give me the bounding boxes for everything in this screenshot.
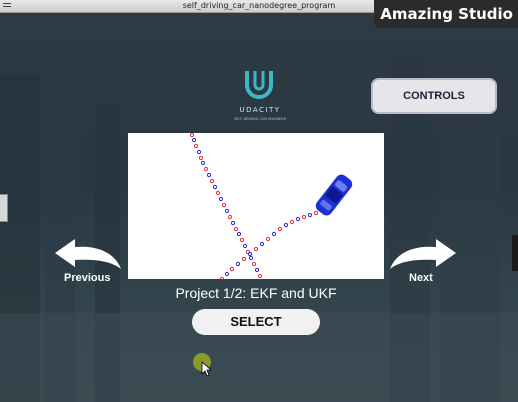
trajectory-plot xyxy=(189,132,353,282)
logo-wordmark: UDACITY xyxy=(239,106,281,114)
next-label[interactable]: Next xyxy=(409,272,433,284)
car-icon xyxy=(315,174,353,216)
menu-background: UDACITY SELF-DRIVING CAR ENGINEER CONTRO… xyxy=(0,13,518,402)
project-preview xyxy=(128,132,384,282)
logo-tagline: SELF-DRIVING CAR ENGINEER xyxy=(233,117,287,121)
udacity-logo-icon xyxy=(245,71,273,99)
select-button[interactable]: SELECT xyxy=(192,309,320,335)
previous-label[interactable]: Previous xyxy=(64,272,110,284)
next-arrow-icon[interactable] xyxy=(388,239,458,273)
project-title: Project 1/2: EKF and UKF xyxy=(175,285,337,301)
controls-button[interactable]: CONTROLS xyxy=(371,78,497,114)
right-edge-handle xyxy=(512,235,518,271)
mouse-cursor-icon xyxy=(193,353,213,377)
previous-arrow-icon[interactable] xyxy=(53,239,123,273)
trajectory-markers xyxy=(189,132,319,282)
studio-watermark: Amazing Studio xyxy=(374,0,518,28)
app-window: self_driving_car_nanodegree_program Amaz… xyxy=(0,0,518,402)
left-edge-handle[interactable] xyxy=(0,194,8,222)
udacity-logo xyxy=(229,69,289,103)
